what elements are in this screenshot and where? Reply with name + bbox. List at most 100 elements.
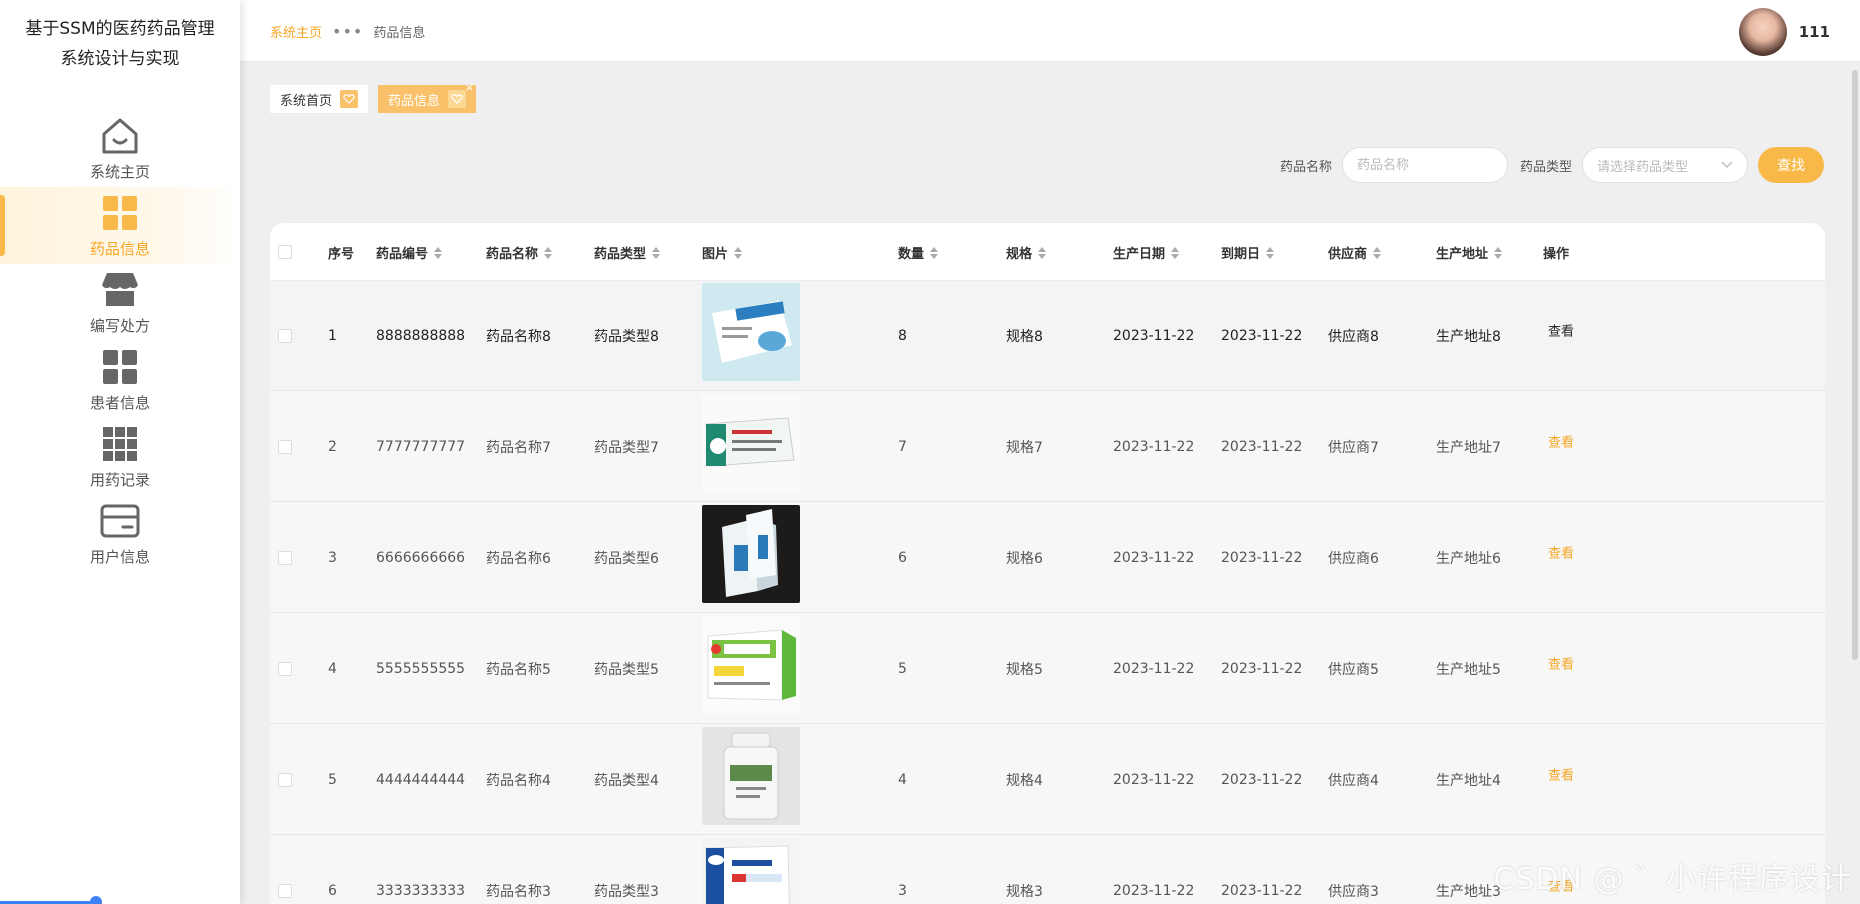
breadcrumb-home[interactable]: 系统主页 xyxy=(270,22,322,41)
col-qty[interactable]: 数量 xyxy=(898,243,939,262)
close-icon[interactable]: × xyxy=(465,81,474,94)
cell-mfg-date: 2023-11-22 xyxy=(1113,438,1195,455)
cell-code: 8888888888 xyxy=(376,327,466,344)
cell-name: 药品名称3 xyxy=(486,883,551,900)
cell-mfg-date: 2023-11-22 xyxy=(1113,660,1195,677)
table-row: 5 4444444444 药品名称4 药品类型4 4 规格4 2023-11-2… xyxy=(270,725,1825,835)
sidebar-item-label: 用药记录 xyxy=(89,471,150,489)
tab-drug-info[interactable]: 药品信息 × xyxy=(378,81,477,113)
cell-mfg-date: 2023-11-22 xyxy=(1113,327,1195,344)
table-header: 序号 药品编号 药品名称 药品类型 图片 数量 规格 生产日期 到期日 供应商 … xyxy=(270,223,1825,281)
sort-icon[interactable] xyxy=(734,246,743,259)
select-all-checkbox[interactable] xyxy=(278,245,292,259)
table-row: 3 6666666666 药品名称6 药品类型6 6 规格6 2023-11-2… xyxy=(270,503,1825,613)
search-button[interactable]: 查找 xyxy=(1758,147,1824,183)
cell-index: 6 xyxy=(328,882,337,899)
row-checkbox[interactable] xyxy=(278,439,292,454)
sidebar-item-medication-records[interactable]: 用药记录 xyxy=(0,418,240,495)
sort-icon[interactable] xyxy=(434,246,443,259)
app-title-line1: 基于SSM的医药药品管理 xyxy=(25,19,215,39)
cell-address: 生产地址5 xyxy=(1436,661,1501,678)
col-address[interactable]: 生产地址 xyxy=(1436,243,1503,262)
cell-qty: 4 xyxy=(898,771,907,788)
sidebar-item-home[interactable]: 系统主页 xyxy=(0,110,240,187)
cell-spec: 规格7 xyxy=(1006,439,1043,456)
view-button[interactable]: 查看 xyxy=(1548,432,1574,451)
cell-index: 3 xyxy=(328,549,337,566)
view-button[interactable]: 查看 xyxy=(1548,321,1574,340)
search-bar: 药品名称 药品类型 请选择药品类型 查找 xyxy=(1280,147,1824,183)
cell-type: 药品类型4 xyxy=(594,772,659,789)
view-button[interactable]: 查看 xyxy=(1548,543,1574,562)
app-title-line2: 系统设计与实现 xyxy=(60,49,180,69)
cell-address: 生产地址7 xyxy=(1436,439,1501,456)
col-name[interactable]: 药品名称 xyxy=(486,243,553,262)
col-name-label: 药品名称 xyxy=(486,247,539,262)
col-exp-date[interactable]: 到期日 xyxy=(1221,243,1275,262)
cell-index: 1 xyxy=(328,327,337,344)
username: 111 xyxy=(1798,23,1830,41)
cell-name: 药品名称8 xyxy=(486,328,551,345)
sort-icon[interactable] xyxy=(1171,246,1180,259)
home-icon xyxy=(99,115,141,157)
avatar[interactable] xyxy=(1738,8,1787,56)
drug-image[interactable] xyxy=(702,727,800,825)
cell-spec: 规格6 xyxy=(1006,550,1043,567)
row-checkbox[interactable] xyxy=(278,661,292,676)
col-image[interactable]: 图片 xyxy=(702,243,743,262)
cell-exp-date: 2023-11-22 xyxy=(1221,771,1303,788)
sidebar-item-drugs[interactable]: 药品信息 xyxy=(0,187,240,264)
sort-icon[interactable] xyxy=(544,246,553,259)
drug-name-input[interactable] xyxy=(1341,147,1508,183)
drug-image[interactable] xyxy=(702,616,800,714)
col-index-label: 序号 xyxy=(328,247,355,262)
row-checkbox[interactable] xyxy=(278,772,292,787)
drug-name-label: 药品名称 xyxy=(1279,159,1332,175)
col-spec[interactable]: 规格 xyxy=(1006,243,1047,262)
sidebar-item-label: 药品信息 xyxy=(89,240,150,258)
view-button[interactable]: 查看 xyxy=(1548,765,1574,784)
view-button[interactable]: 查看 xyxy=(1548,654,1574,673)
page-scrollbar[interactable] xyxy=(1852,70,1858,660)
drug-type-select[interactable]: 请选择药品类型 xyxy=(1582,147,1748,183)
cell-exp-date: 2023-11-22 xyxy=(1221,438,1303,455)
cell-supplier: 供应商7 xyxy=(1328,439,1379,456)
col-qty-label: 数量 xyxy=(898,247,925,262)
sort-icon[interactable] xyxy=(930,246,939,259)
tab-label: 药品信息 xyxy=(388,93,441,109)
sidebar-item-patients[interactable]: 患者信息 xyxy=(0,341,240,418)
col-mfg-date[interactable]: 生产日期 xyxy=(1113,243,1180,262)
cell-supplier: 供应商8 xyxy=(1328,328,1379,345)
sort-icon[interactable] xyxy=(1373,246,1382,259)
col-image-label: 图片 xyxy=(702,247,729,262)
col-spec-label: 规格 xyxy=(1006,247,1033,262)
col-supplier-label: 供应商 xyxy=(1328,247,1368,262)
col-action-label: 操作 xyxy=(1543,247,1570,262)
sidebar-item-users[interactable]: 用户信息 xyxy=(0,495,240,572)
col-type[interactable]: 药品类型 xyxy=(594,243,661,262)
cell-address: 生产地址8 xyxy=(1436,328,1501,345)
sort-icon[interactable] xyxy=(1494,246,1503,259)
tab-home[interactable]: 系统首页 xyxy=(270,85,369,113)
col-index: 序号 xyxy=(328,243,354,262)
row-checkbox[interactable] xyxy=(278,328,292,343)
sidebar-item-prescription[interactable]: 编写处方 xyxy=(0,264,240,341)
drug-image[interactable] xyxy=(702,838,800,904)
cell-spec: 规格5 xyxy=(1006,661,1043,678)
col-code[interactable]: 药品编号 xyxy=(376,243,443,262)
row-checkbox[interactable] xyxy=(278,550,292,565)
user-menu[interactable]: 111 xyxy=(1738,8,1830,56)
sort-icon[interactable] xyxy=(652,246,661,259)
sort-icon[interactable] xyxy=(1038,246,1047,259)
cell-spec: 规格3 xyxy=(1006,883,1043,900)
col-supplier[interactable]: 供应商 xyxy=(1328,243,1382,262)
sort-icon[interactable] xyxy=(1266,246,1275,259)
breadcrumb-separator: ••• xyxy=(332,22,364,41)
cell-mfg-date: 2023-11-22 xyxy=(1113,882,1195,899)
drug-image[interactable] xyxy=(702,283,800,381)
row-checkbox[interactable] xyxy=(278,883,292,898)
scroll-indicator-knob[interactable] xyxy=(90,896,102,904)
cell-index: 4 xyxy=(328,660,337,677)
drug-image[interactable] xyxy=(702,505,800,603)
drug-image[interactable] xyxy=(702,394,800,492)
